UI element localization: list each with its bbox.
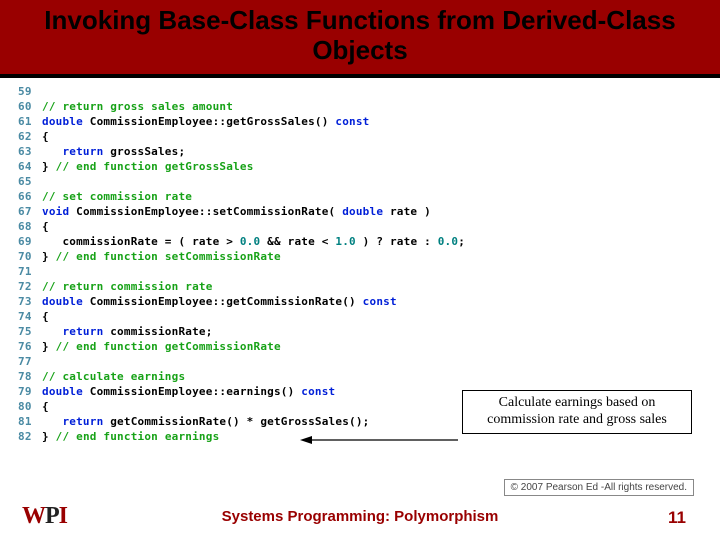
code-token: double [342, 205, 383, 218]
code-line: 59 [18, 84, 720, 99]
code-token: commissionRate; [103, 325, 212, 338]
slide-footer: WPI Systems Programming: Polymorphism 11 [0, 504, 720, 530]
line-number: 72 [18, 279, 42, 294]
code-line: 62{ [18, 129, 720, 144]
callout-box: Calculate earnings based on commission r… [462, 390, 692, 434]
code-line: 67void CommissionEmployee::setCommission… [18, 204, 720, 219]
line-number: 75 [18, 324, 42, 339]
line-number: 65 [18, 174, 42, 189]
code-token: } [42, 430, 56, 443]
code-token: { [42, 310, 49, 323]
code-token: return [62, 145, 103, 158]
code-token: CommissionEmployee::getGrossSales() [83, 115, 335, 128]
line-number: 74 [18, 309, 42, 324]
code-token: } [42, 340, 56, 353]
code-token: const [301, 385, 335, 398]
code-listing: 5960// return gross sales amount61double… [0, 78, 720, 444]
line-number: 63 [18, 144, 42, 159]
line-number: 71 [18, 264, 42, 279]
line-number: 70 [18, 249, 42, 264]
code-token: const [363, 295, 397, 308]
code-token [42, 325, 62, 338]
code-line: 64} // end function getGrossSales [18, 159, 720, 174]
code-token: // end function getCommissionRate [56, 340, 281, 353]
code-token: double [42, 295, 83, 308]
code-line: 74{ [18, 309, 720, 324]
code-line: 77 [18, 354, 720, 369]
code-token: } [42, 250, 56, 263]
code-line: 73double CommissionEmployee::getCommissi… [18, 294, 720, 309]
code-token: // return gross sales amount [42, 100, 233, 113]
slide-title: Invoking Base-Class Functions from Deriv… [10, 6, 710, 66]
line-number: 60 [18, 99, 42, 114]
code-token: // end function setCommissionRate [56, 250, 281, 263]
code-token: && rate < [260, 235, 335, 248]
line-number: 69 [18, 234, 42, 249]
line-number: 67 [18, 204, 42, 219]
code-token: ) ? rate : [356, 235, 438, 248]
code-token: 0.0 [240, 235, 260, 248]
code-token: CommissionEmployee::earnings() [83, 385, 301, 398]
code-token: ; [458, 235, 465, 248]
code-token: // set commission rate [42, 190, 192, 203]
code-line: 76} // end function getCommissionRate [18, 339, 720, 354]
line-number: 61 [18, 114, 42, 129]
code-token: } [42, 160, 56, 173]
code-token [42, 415, 62, 428]
code-token: getCommissionRate() * getGrossSales(); [103, 415, 369, 428]
line-number: 79 [18, 384, 42, 399]
code-token: void [42, 205, 69, 218]
code-token: 0.0 [438, 235, 458, 248]
footer-title: Systems Programming: Polymorphism [0, 508, 720, 525]
code-token: CommissionEmployee::getCommissionRate() [83, 295, 363, 308]
code-line: 75 return commissionRate; [18, 324, 720, 339]
code-token: { [42, 130, 49, 143]
code-line: 65 [18, 174, 720, 189]
line-number: 64 [18, 159, 42, 174]
code-line: 69 commissionRate = ( rate > 0.0 && rate… [18, 234, 720, 249]
code-line: 70} // end function setCommissionRate [18, 249, 720, 264]
code-token: { [42, 220, 49, 233]
code-token: CommissionEmployee::setCommissionRate( [69, 205, 342, 218]
code-line: 71 [18, 264, 720, 279]
code-token: return [62, 325, 103, 338]
page-number: 11 [668, 508, 686, 528]
code-line: 60// return gross sales amount [18, 99, 720, 114]
code-token: // calculate earnings [42, 370, 185, 383]
slide-title-bar: Invoking Base-Class Functions from Deriv… [0, 0, 720, 78]
line-number: 73 [18, 294, 42, 309]
code-line: 61double CommissionEmployee::getGrossSal… [18, 114, 720, 129]
code-token: double [42, 385, 83, 398]
line-number: 76 [18, 339, 42, 354]
code-token: return [62, 415, 103, 428]
code-token: // return commission rate [42, 280, 213, 293]
line-number: 81 [18, 414, 42, 429]
code-token: 1.0 [335, 235, 355, 248]
code-token: double [42, 115, 83, 128]
line-number: 59 [18, 84, 42, 99]
line-number: 62 [18, 129, 42, 144]
code-token: commissionRate = ( rate > [42, 235, 240, 248]
arrow-icon [300, 434, 460, 446]
line-number: 80 [18, 399, 42, 414]
code-token: // end function earnings [56, 430, 220, 443]
code-line: 63 return grossSales; [18, 144, 720, 159]
line-number: 82 [18, 429, 42, 444]
code-token: rate ) [383, 205, 431, 218]
copyright-notice: © 2007 Pearson Ed -All rights reserved. [504, 479, 694, 496]
code-token: grossSales; [103, 145, 185, 158]
code-token: // end function getGrossSales [56, 160, 254, 173]
line-number: 66 [18, 189, 42, 204]
code-line: 72// return commission rate [18, 279, 720, 294]
line-number: 68 [18, 219, 42, 234]
line-number: 77 [18, 354, 42, 369]
code-token: { [42, 400, 49, 413]
code-token: const [335, 115, 369, 128]
code-line: 66// set commission rate [18, 189, 720, 204]
code-line: 68{ [18, 219, 720, 234]
code-line: 78// calculate earnings [18, 369, 720, 384]
line-number: 78 [18, 369, 42, 384]
code-token [42, 145, 62, 158]
